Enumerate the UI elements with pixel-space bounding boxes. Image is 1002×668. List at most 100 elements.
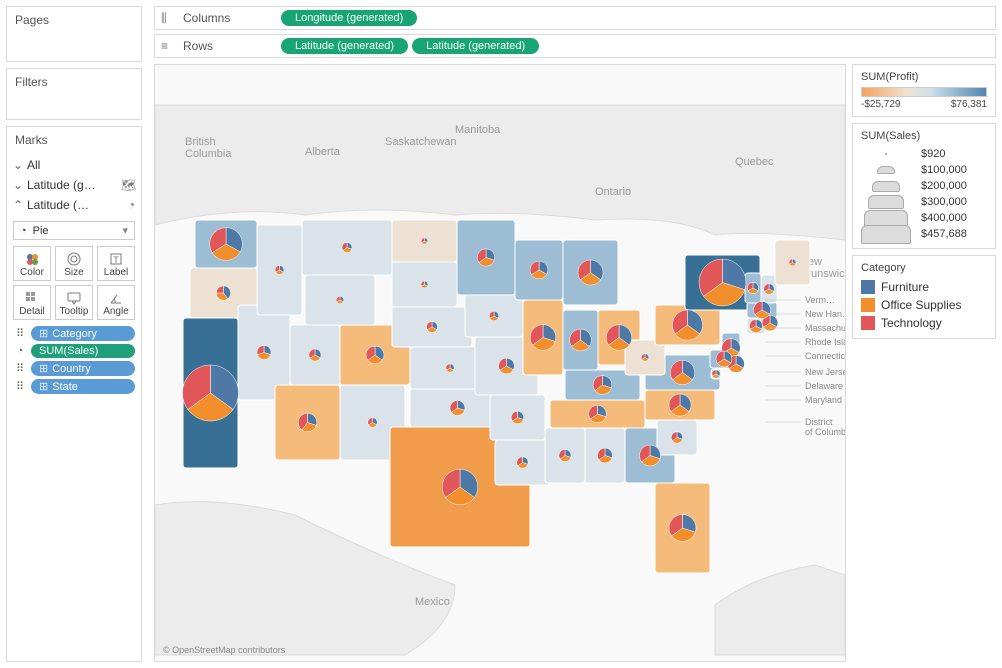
mark-size-label: Size (56, 267, 92, 278)
legend-furniture-label: Furniture (881, 280, 929, 294)
marks-group1-label: Latitude (g… (27, 178, 117, 192)
mark-pill-category[interactable]: ⠿ ⊞ Category (13, 326, 135, 341)
legend-item-office[interactable]: Office Supplies (861, 296, 987, 314)
pill-latitude1-label: Latitude (generated) (295, 40, 394, 52)
marks-panel: Marks ⌄ All ⌄ Latitude (g… 🗺 ⌃ Latitude … (6, 126, 142, 662)
sales-size-legend[interactable]: SUM(Sales) $920$100,000$200,000$300,000$… (852, 123, 996, 249)
field-pill-latitude-1[interactable]: Latitude (generated) (281, 38, 408, 54)
svg-text:Quebec: Quebec (735, 156, 774, 168)
pill-category-label: Category (52, 328, 97, 340)
callout-ma: Massachu… (805, 323, 845, 333)
field-pill-latitude-2[interactable]: Latitude (generated) (412, 38, 539, 54)
map-icon: 🗺 (121, 178, 135, 192)
marks-all-label: All (27, 158, 135, 172)
pill-country-label: Country (52, 363, 91, 375)
marks-latitude-group-1[interactable]: ⌄ Latitude (g… 🗺 (13, 175, 135, 195)
mark-detail-button[interactable]: Detail (13, 285, 51, 320)
chevron-down-icon: ▾ (122, 224, 128, 237)
mark-angle-label: Angle (98, 306, 134, 317)
pill-longitude-label: Longitude (generated) (295, 12, 403, 24)
chevron-down-icon: ⌄ (13, 158, 23, 172)
field-pill-longitude[interactable]: Longitude (generated) (281, 10, 417, 26)
mark-pill-sales[interactable]: ◔ SUM(Sales) (13, 344, 135, 358)
pill-latitude2-label: Latitude (generated) (426, 40, 525, 52)
columns-label: Columns (183, 11, 273, 25)
marks-group2-label: Latitude (… (27, 198, 117, 212)
pie-icon: ◔ (121, 198, 135, 212)
profit-color-legend[interactable]: SUM(Profit) -$25,729 $76,381 (852, 64, 996, 117)
mark-pill-state[interactable]: ⠿ ⊞ State (13, 379, 135, 394)
chevron-down-icon: ⌄ (13, 178, 23, 192)
columns-icon: ⫼ (161, 11, 175, 26)
dimension-icon: ⊞ (39, 327, 48, 340)
size-icon (56, 251, 92, 267)
color-icon: ⠿ (13, 327, 27, 340)
category-legend-title: Category (861, 262, 987, 274)
size-tick-row: $100,000 (861, 162, 987, 178)
rows-shelf[interactable]: ≡ Rows Latitude (generated) Latitude (ge… (154, 34, 996, 58)
pill-sales-label: SUM(Sales) (39, 345, 98, 357)
mark-label-button[interactable]: T Label (97, 246, 135, 281)
filters-panel: Filters (6, 68, 142, 120)
callout-nj: New Jersey (805, 367, 845, 377)
size-tick-row: $200,000 (861, 178, 987, 194)
detail-icon (14, 290, 50, 306)
pill-state-label: State (52, 381, 78, 393)
callout-vt: Verm… (805, 295, 835, 305)
color-ramp (861, 87, 987, 97)
svg-text:Ontario: Ontario (595, 186, 631, 198)
callout-md: Maryland (805, 395, 842, 405)
pages-label: Pages (7, 7, 141, 33)
legend-item-technology[interactable]: Technology (861, 314, 987, 332)
map-canvas[interactable]: BritishColumbiaAlbertaSaskatchewanManito… (155, 65, 845, 662)
rows-icon: ≡ (161, 39, 175, 53)
svg-text:Manitoba: Manitoba (455, 124, 501, 136)
legend-office-label: Office Supplies (881, 298, 962, 312)
mark-label-label: Label (98, 267, 134, 278)
columns-shelf[interactable]: ⫼ Columns Longitude (generated) (154, 6, 996, 30)
detail-icon: ⠿ (13, 380, 27, 393)
filters-label: Filters (7, 69, 141, 95)
mark-angle-button[interactable]: Angle (97, 285, 135, 320)
svg-text:Mexico: Mexico (415, 596, 450, 608)
map-viz[interactable]: Sheet 1 BritishColumbiaAlbertaSaskatchew… (154, 64, 846, 662)
profit-min-label: -$25,729 (861, 99, 900, 110)
size-tick-label: $300,000 (921, 196, 967, 208)
size-tick-label: $920 (921, 148, 945, 160)
swatch-office (861, 298, 875, 312)
callout-ri: Rhode Isla… (805, 337, 845, 347)
svg-text:T: T (113, 255, 119, 265)
marks-all-row[interactable]: ⌄ All (13, 155, 135, 175)
profit-legend-title: SUM(Profit) (861, 71, 987, 83)
dimension-icon: ⊞ (39, 380, 48, 393)
mark-detail-label: Detail (14, 306, 50, 317)
size-tick-row: $920 (861, 146, 987, 162)
size-tick-label: $100,000 (921, 164, 967, 176)
detail-icon: ⠿ (13, 362, 27, 375)
legend-item-furniture[interactable]: Furniture (861, 278, 987, 296)
mark-type-label: Pie (33, 225, 49, 237)
callout-ct: Connecticut (805, 351, 845, 361)
mark-size-button[interactable]: Size (55, 246, 93, 281)
swatch-furniture (861, 280, 875, 294)
map-attribution: © OpenStreetMap contributors (163, 645, 285, 655)
pages-panel: Pages (6, 6, 142, 62)
category-legend[interactable]: Category Furniture Office Supplies Techn… (852, 255, 996, 339)
callout-de: Delaware (805, 381, 843, 391)
mark-type-dropdown[interactable]: ◔ Pie ▾ (13, 221, 135, 240)
mark-color-button[interactable]: Color (13, 246, 51, 281)
tooltip-icon (56, 290, 92, 306)
callout-nh: New Han… (805, 309, 845, 319)
rows-label: Rows (183, 39, 273, 53)
mark-color-label: Color (14, 267, 50, 278)
mark-tooltip-button[interactable]: Tooltip (55, 285, 93, 320)
marks-latitude-group-2[interactable]: ⌃ Latitude (… ◔ (13, 195, 135, 215)
chevron-up-icon: ⌃ (13, 198, 23, 212)
sales-legend-title: SUM(Sales) (861, 130, 987, 142)
svg-text:Saskatchewan: Saskatchewan (385, 136, 457, 148)
label-icon: T (98, 251, 134, 267)
mark-tooltip-label: Tooltip (56, 306, 92, 317)
mark-pill-country[interactable]: ⠿ ⊞Country (13, 361, 135, 376)
pie-icon: ◔ (20, 225, 27, 237)
svg-text:Alberta: Alberta (305, 146, 341, 158)
